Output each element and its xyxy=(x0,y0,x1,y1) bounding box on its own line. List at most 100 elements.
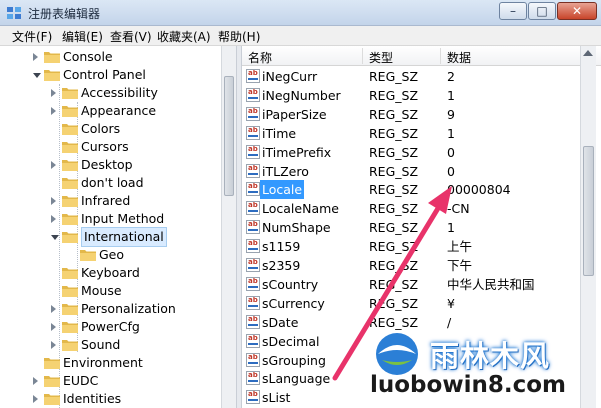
tree-item-label: Environment xyxy=(63,355,143,370)
value-data: 1 xyxy=(447,87,455,103)
menu-view[interactable]: 查看(V) xyxy=(110,28,152,45)
menu-favorites[interactable]: 收藏夹(A) xyxy=(157,28,211,45)
ab-string-value-icon: ab xyxy=(246,333,260,348)
value-data: 1 xyxy=(447,220,455,236)
tree-item[interactable]: Environment xyxy=(0,354,220,372)
collapsed-arrow-icon[interactable] xyxy=(33,377,38,385)
minimize-button[interactable]: – xyxy=(499,2,527,20)
collapsed-arrow-icon[interactable] xyxy=(33,53,38,61)
table-row[interactable]: ab s2359 REG_SZ 下午 xyxy=(242,256,577,275)
collapsed-arrow-icon[interactable] xyxy=(51,305,56,313)
column-header-name[interactable]: 名称 xyxy=(248,49,272,66)
value-name: iTime xyxy=(262,125,297,141)
table-row[interactable]: ab NumShape REG_SZ 1 xyxy=(242,218,577,237)
menu-file[interactable]: 文件(F) xyxy=(12,28,52,45)
tree-item[interactable]: Control Panel xyxy=(0,66,220,84)
folder-icon xyxy=(62,286,78,297)
tree-item[interactable]: Input Method xyxy=(0,210,220,228)
value-type: REG_SZ xyxy=(369,314,419,330)
tree-item[interactable]: Console xyxy=(0,48,220,66)
folder-icon xyxy=(62,214,78,225)
folder-icon xyxy=(44,70,60,81)
ab-string-value-icon: ab xyxy=(246,106,260,121)
table-row[interactable]: ab iNegNumber REG_SZ 1 xyxy=(242,86,577,105)
collapsed-arrow-icon[interactable] xyxy=(51,89,56,97)
ab-string-value-icon: ab xyxy=(246,295,260,310)
tree-scrollbar[interactable] xyxy=(221,46,236,408)
tree-item[interactable]: Appearance xyxy=(0,102,220,120)
list-scrollbar[interactable] xyxy=(580,46,596,408)
tree-item-label: Colors xyxy=(81,121,121,136)
table-row[interactable]: ab sCountry REG_SZ 中华人民共和国 xyxy=(242,275,577,294)
maximize-button[interactable]: □ xyxy=(528,2,556,20)
tree-item[interactable]: Accessibility xyxy=(0,84,220,102)
ab-string-value-icon: ab xyxy=(246,258,260,272)
expanded-arrow-icon[interactable] xyxy=(33,73,41,78)
value-data: 1 xyxy=(447,125,455,141)
value-name: LocaleName xyxy=(262,201,339,217)
table-row[interactable]: ab s1159 REG_SZ 上午 xyxy=(242,237,577,256)
tree-item[interactable]: Keyboard xyxy=(0,264,220,282)
tree-item[interactable]: Colors xyxy=(0,120,220,138)
close-button[interactable]: ✕ xyxy=(557,2,597,20)
menu-edit[interactable]: 编辑(E) xyxy=(62,28,103,45)
column-separator[interactable] xyxy=(440,48,441,64)
tree-scroll-thumb[interactable] xyxy=(224,76,234,196)
window-title: 注册表编辑器 xyxy=(28,7,101,21)
tree-item[interactable]: International xyxy=(0,227,220,247)
table-row[interactable]: ab LocaleName REG_SZ -CN xyxy=(242,199,577,218)
tree-item[interactable]: PowerCfg xyxy=(0,318,220,336)
column-separator[interactable] xyxy=(362,48,363,64)
collapsed-arrow-icon[interactable] xyxy=(51,197,56,205)
collapsed-arrow-icon[interactable] xyxy=(33,395,38,403)
folder-icon xyxy=(44,394,60,405)
tree-item-label: EUDC xyxy=(63,373,99,388)
list-scroll-thumb[interactable] xyxy=(583,146,594,276)
table-row[interactable]: ab sCurrency REG_SZ ¥ xyxy=(242,294,577,313)
table-row[interactable]: ab iNegCurr REG_SZ 2 xyxy=(242,67,577,86)
column-header-data[interactable]: 数据 xyxy=(447,49,471,66)
menu-help[interactable]: 帮助(H) xyxy=(218,28,260,45)
tree-item-label: Personalization xyxy=(81,301,176,316)
table-row[interactable]: ab Locale REG_SZ 00000804 xyxy=(242,180,577,200)
folder-icon xyxy=(62,88,78,99)
collapsed-arrow-icon[interactable] xyxy=(51,215,56,223)
scroll-up-arrow-icon[interactable] xyxy=(583,50,593,56)
value-data: -CN xyxy=(447,201,470,217)
table-row[interactable]: ab iPaperSize REG_SZ 9 xyxy=(242,105,577,124)
value-data: 0 xyxy=(447,163,455,179)
tree-item[interactable]: Sound xyxy=(0,336,220,354)
column-header-type[interactable]: 类型 xyxy=(369,49,393,66)
collapsed-arrow-icon[interactable] xyxy=(51,161,56,169)
tree-item-label: PowerCfg xyxy=(81,319,140,334)
ab-string-value-icon: ab xyxy=(246,69,260,83)
tree-item[interactable]: Geo xyxy=(0,246,220,264)
collapsed-arrow-icon[interactable] xyxy=(51,341,56,349)
tree-item[interactable]: Desktop xyxy=(0,156,220,174)
tree-item[interactable]: Personalization xyxy=(0,300,220,318)
value-name: iNegCurr xyxy=(262,69,318,84)
value-data: 中华人民共和国 xyxy=(447,276,535,292)
table-row[interactable]: ab iTimePrefix REG_SZ 0 xyxy=(242,143,577,162)
value-name: sGrouping xyxy=(262,352,326,368)
expanded-arrow-icon[interactable] xyxy=(51,235,59,240)
tree-item[interactable]: EUDC xyxy=(0,372,220,390)
title-bar: 注册表编辑器 – □ ✕ xyxy=(0,0,601,26)
tree-item[interactable]: Identities xyxy=(0,390,220,408)
tree-item[interactable]: don't load xyxy=(0,174,220,192)
tree-item[interactable]: Mouse xyxy=(0,282,220,300)
value-data: ¥ xyxy=(447,295,455,311)
table-row[interactable]: ab iTime REG_SZ 1 xyxy=(242,124,577,143)
collapsed-arrow-icon[interactable] xyxy=(51,323,56,331)
tree-item[interactable]: Cursors xyxy=(0,138,220,156)
tree-item-label: Mouse xyxy=(81,283,122,298)
tree-item[interactable]: Infrared xyxy=(0,192,220,210)
table-row[interactable]: ab sDate REG_SZ / xyxy=(242,313,577,332)
ab-string-value-icon: ab xyxy=(246,220,260,235)
table-row[interactable]: ab iTLZero REG_SZ 0 xyxy=(242,162,577,181)
window-controls: – □ ✕ xyxy=(498,2,597,22)
list-header: 名称 类型 数据 xyxy=(242,46,601,66)
menu-bar: 文件(F) 编辑(E) 查看(V) 收藏夹(A) 帮助(H) xyxy=(0,26,601,46)
value-name: iNegNumber xyxy=(262,87,341,103)
collapsed-arrow-icon[interactable] xyxy=(51,107,56,115)
